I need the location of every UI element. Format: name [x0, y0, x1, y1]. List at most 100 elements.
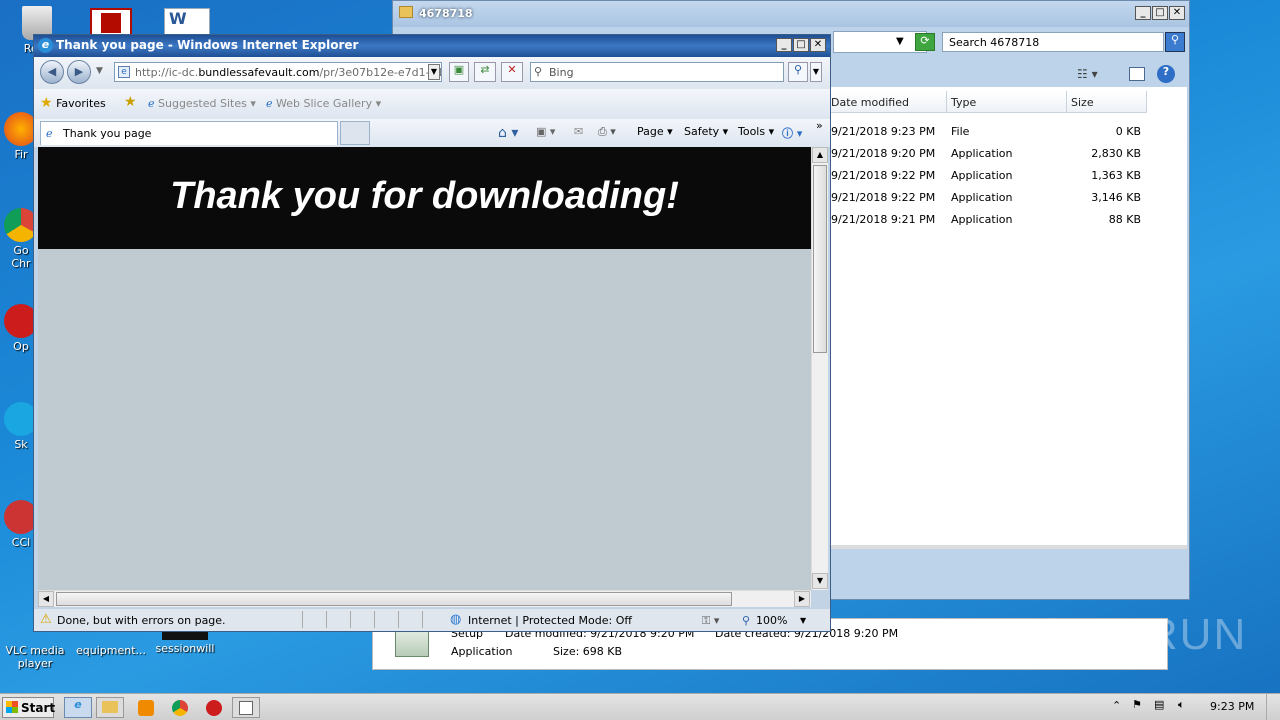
warning-icon[interactable]: ⚠ — [40, 612, 52, 627]
volume-icon[interactable]: 🔈︎ — [1178, 698, 1185, 712]
details-type: Application — [451, 645, 513, 658]
scroll-left-button[interactable]: ◀ — [38, 591, 54, 607]
scroll-right-button[interactable]: ▶ — [794, 591, 810, 607]
search-icon[interactable]: ⚲ — [1165, 32, 1185, 52]
file-size: 2,830 KB — [1091, 147, 1141, 160]
address-dropdown-button[interactable]: ▼ — [428, 64, 440, 80]
file-date: 9/21/2018 9:21 PM — [831, 213, 936, 226]
document-icon — [239, 701, 253, 715]
security-zone[interactable]: Internet | Protected Mode: Off — [468, 614, 632, 627]
suggested-sites-label: Suggested Sites — [158, 97, 247, 110]
folder-icon — [102, 701, 118, 713]
column-header-date[interactable]: Date modified — [827, 91, 947, 113]
column-label: Type — [951, 96, 977, 109]
help-icon[interactable]: ? — [1157, 65, 1175, 83]
zoom-icon[interactable]: ⚲ — [742, 614, 750, 627]
compatibility-view-button[interactable]: ▣ — [449, 62, 469, 82]
address-bar[interactable]: ▼ — [833, 31, 927, 53]
safety-menu[interactable]: Safety ▾ — [684, 125, 728, 138]
zoom-dropdown-icon[interactable]: ▼ — [800, 616, 806, 625]
desktop-icon-word[interactable]: W — [164, 8, 210, 36]
search-options-button[interactable]: ▼ — [810, 62, 822, 82]
taskbar-window-button[interactable] — [232, 697, 260, 718]
taskbar-explorer-button[interactable] — [96, 697, 124, 718]
stop-button[interactable]: ✕ — [501, 62, 523, 82]
ie-search-input[interactable]: ⚲ Bing — [530, 62, 784, 82]
address-input[interactable]: http://ic-dc.bundlessafevault.com/pr/3e0… — [114, 62, 442, 82]
desktop-icon-label: equipment... — [76, 644, 147, 657]
ie-title-bar[interactable]: e Thank you page - Windows Internet Expl… — [34, 35, 830, 57]
taskbar-ie-button[interactable]: e — [64, 697, 92, 718]
read-mail-icon[interactable]: ✉ — [574, 125, 583, 138]
minimize-button[interactable]: _ — [776, 38, 792, 52]
watermark-text: ANY RUN — [1036, 610, 1248, 659]
back-button[interactable]: ◀ — [40, 60, 64, 84]
start-button[interactable]: Start — [2, 697, 55, 718]
explorer-title: 4678718 — [419, 7, 473, 20]
close-button[interactable]: ✕ — [1169, 6, 1185, 20]
hero-banner: Thank you for downloading! — [38, 147, 811, 249]
folder-icon — [399, 6, 413, 18]
ie-logo-icon: e — [74, 698, 82, 711]
ie-page-icon: ℯ — [148, 97, 155, 110]
column-label: Date modified — [831, 96, 909, 109]
page-menu[interactable]: Page ▾ — [637, 125, 673, 138]
clock[interactable]: 9:23 PM — [1210, 700, 1254, 713]
file-size: 88 KB — [1108, 213, 1141, 226]
scroll-down-button[interactable]: ▼ — [812, 573, 828, 589]
file-size: 1,363 KB — [1091, 169, 1141, 182]
tab-thank-you-page[interactable]: ℯ Thank you page — [40, 121, 338, 145]
new-tab-button[interactable] — [340, 121, 370, 145]
zoom-level[interactable]: 100% — [756, 614, 787, 627]
tools-menu[interactable]: Tools ▾ — [738, 125, 774, 138]
taskbar: Start e ⌃ ⚑ ▤ 🔈︎ 9:23 PM — [0, 693, 1280, 720]
chevron-down-icon[interactable]: ▼ — [896, 36, 904, 47]
feeds-icon[interactable]: ▣ ▾ — [536, 125, 555, 138]
column-header-size[interactable]: Size — [1067, 91, 1147, 113]
desktop-icon-label: Sk — [14, 438, 28, 451]
network-icon[interactable]: ▤ — [1154, 698, 1164, 711]
forward-button[interactable]: ▶ — [67, 60, 91, 84]
refresh-button[interactable]: ⇄ — [474, 62, 496, 82]
add-favorite-icon[interactable]: ★ — [124, 94, 137, 110]
explorer-title-bar[interactable]: 4678718 _ □ ✕ — [393, 1, 1189, 27]
chevron-right-icon[interactable]: » — [816, 119, 823, 132]
close-button[interactable]: ✕ — [810, 38, 826, 52]
file-size: 0 KB — [1115, 125, 1141, 138]
taskbar-opera-button[interactable] — [206, 700, 222, 716]
maximize-button[interactable]: □ — [1152, 6, 1168, 20]
favorites-button[interactable]: ★ Favorites — [40, 95, 106, 111]
action-center-icon[interactable]: ⚑ — [1132, 698, 1142, 711]
suggested-sites-link[interactable]: ℯ Suggested Sites ▾ — [148, 97, 256, 110]
taskbar-media-player-button[interactable] — [138, 700, 154, 716]
taskbar-chrome-button[interactable] — [172, 700, 188, 716]
desktop-icon-adobe[interactable] — [90, 8, 132, 36]
preview-pane-icon[interactable] — [1129, 67, 1145, 81]
show-hidden-icons[interactable]: ⌃ — [1112, 699, 1121, 712]
explorer-search-input[interactable]: Search 4678718 — [942, 32, 1164, 52]
refresh-button[interactable]: ⟳ — [915, 33, 935, 51]
minimize-button[interactable]: _ — [1135, 6, 1151, 20]
scroll-up-button[interactable]: ▲ — [812, 147, 828, 163]
protected-mode-icon[interactable]: ⚿ ▾ — [702, 614, 719, 628]
history-dropdown-icon[interactable]: ▼ — [96, 66, 103, 76]
search-button[interactable]: ⚲ — [788, 62, 808, 82]
hero-heading: Thank you for downloading! — [170, 175, 679, 217]
horizontal-scrollbar[interactable]: ◀ ▶ — [38, 590, 811, 607]
home-icon[interactable]: ⌂ ▾ — [498, 125, 518, 141]
scroll-thumb[interactable] — [56, 592, 732, 606]
scroll-thumb[interactable] — [813, 165, 827, 353]
vertical-scrollbar[interactable]: ▲ ▼ — [811, 147, 828, 590]
status-divider — [302, 611, 442, 628]
file-date: 9/21/2018 9:22 PM — [831, 169, 936, 182]
print-icon[interactable]: ⎙ ▾ — [598, 125, 616, 139]
help-icon[interactable]: ⓘ ▾ — [782, 125, 802, 141]
view-options-icon[interactable]: ☷ ▾ — [1077, 67, 1098, 81]
windows-logo-icon — [6, 701, 18, 713]
maximize-button[interactable]: □ — [793, 38, 809, 52]
show-desktop-button[interactable] — [1266, 694, 1278, 720]
ie-window[interactable]: e Thank you page - Windows Internet Expl… — [33, 34, 831, 632]
file-date: 9/21/2018 9:22 PM — [831, 191, 936, 204]
web-slice-gallery-link[interactable]: ℯ Web Slice Gallery ▾ — [266, 97, 381, 110]
column-header-type[interactable]: Type — [947, 91, 1067, 113]
